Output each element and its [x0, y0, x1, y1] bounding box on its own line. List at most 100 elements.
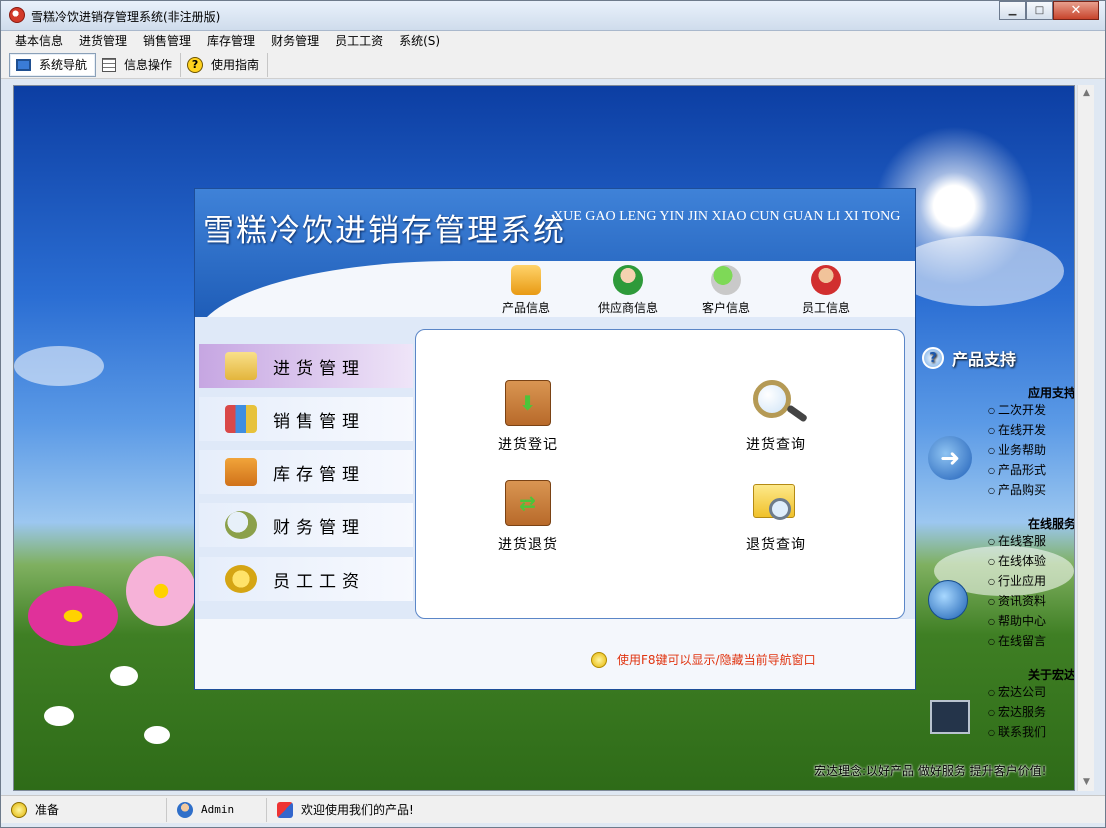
quick-customer-info[interactable]: 客户信息 — [681, 265, 771, 316]
support-section-title: 在线服务 — [1027, 517, 1075, 531]
side-purchase[interactable]: 进货管理 — [199, 344, 413, 388]
quick-label: 员工信息 — [801, 301, 850, 315]
status-bulb-icon — [11, 801, 27, 818]
support-link[interactable]: 宏达公司 — [922, 683, 1074, 703]
support-title: ? 产品支持 — [922, 346, 1074, 370]
menu-basic-info[interactable]: 基本信息 — [7, 31, 71, 51]
action-purchase-register[interactable]: ⬇ 进货登记 — [468, 380, 588, 454]
quick-label: 客户信息 — [701, 301, 750, 315]
vertical-scrollbar[interactable]: ▲ ▼ — [1077, 85, 1094, 791]
side-inventory[interactable]: 库存管理 — [199, 450, 413, 494]
window-controls: ▁ □ ✕ — [999, 1, 1099, 20]
action-purchase-query[interactable]: 进货查询 — [716, 380, 836, 454]
menu-inventory[interactable]: 库存管理 — [199, 31, 263, 51]
quick-staff-info[interactable]: 员工信息 — [781, 265, 871, 316]
support-link[interactable]: 在线留言 — [922, 632, 1074, 652]
toolbar-label: 系统导航 — [39, 58, 88, 72]
coins-icon — [225, 565, 257, 593]
notebook-icon — [225, 458, 257, 486]
maximize-button[interactable]: □ — [1026, 1, 1053, 20]
action-purchase-return[interactable]: ⇄ 进货退货 — [468, 480, 588, 554]
books-icon — [225, 405, 257, 433]
question-icon: ? — [922, 347, 944, 369]
product-support-panel: ? 产品支持 应用支持 二次开发 在线开发 业务帮助 产品形式 产品购买 在线服… — [922, 346, 1075, 743]
support-link[interactable]: 产品购买 — [922, 481, 1074, 501]
app-icon — [9, 7, 25, 23]
side-label: 员工工资 — [273, 571, 365, 592]
side-salary[interactable]: 员工工资 — [199, 557, 413, 601]
menu-purchase[interactable]: 进货管理 — [71, 31, 135, 51]
navigation-panel: 雪糕冷饮进销存管理系统 XUE GAO LENG YIN JIN XIAO CU… — [194, 188, 916, 690]
monitor-icon — [16, 58, 31, 71]
help-icon: ? — [187, 56, 204, 73]
action-label: 进货退货 — [498, 537, 558, 553]
box-down-icon: ⬇ — [505, 380, 551, 426]
nav-subtitle: XUE GAO LENG YIN JIN XIAO CUN GUAN LI XI… — [553, 209, 901, 224]
status-user: Admin — [167, 797, 267, 822]
action-label: 进货登记 — [498, 437, 558, 453]
toolbar-label: 信息操作 — [124, 58, 173, 72]
close-button[interactable]: ✕ — [1053, 1, 1099, 20]
folder-search-icon — [753, 480, 799, 526]
support-link[interactable]: 资讯资料 — [922, 592, 1074, 612]
flower — [144, 726, 170, 744]
support-link[interactable]: 联系我们 — [922, 723, 1074, 743]
support-link[interactable]: 在线开发 — [922, 421, 1074, 441]
menu-salary[interactable]: 员工工资 — [327, 31, 391, 51]
tip-text: 使用F8键可以显示/隐藏当前导航窗口 — [617, 653, 816, 667]
action-panel: ⬇ 进货登记 进货查询 ⇄ 进货退货 退货查询 — [415, 329, 905, 619]
side-label: 进货管理 — [273, 358, 365, 379]
user-icon — [177, 801, 193, 818]
minimize-button[interactable]: ▁ — [999, 1, 1026, 20]
app-window: 雪糕冷饮进销存管理系统(非注册版) ▁ □ ✕ 基本信息 进货管理 销售管理 库… — [0, 0, 1106, 828]
support-link[interactable]: 业务帮助 — [922, 441, 1074, 461]
flower — [44, 706, 74, 726]
toolbar-info-ops[interactable]: 信息操作 — [96, 52, 182, 77]
menu-bar: 基本信息 进货管理 销售管理 库存管理 财务管理 员工工资 系统(S) — [1, 31, 1105, 51]
magnifier-money-icon — [225, 511, 257, 539]
action-return-query[interactable]: 退货查询 — [716, 480, 836, 554]
status-ready-text: 准备 — [35, 803, 60, 817]
scroll-down-icon[interactable]: ▼ — [1078, 774, 1095, 791]
status-welcome: 欢迎使用我们的产品! — [267, 798, 567, 822]
support-link[interactable]: 帮助中心 — [922, 612, 1074, 632]
quick-supplier-info[interactable]: 供应商信息 — [583, 265, 673, 316]
toolbar-guide[interactable]: ? 使用指南 — [181, 52, 269, 77]
side-sales[interactable]: 销售管理 — [199, 397, 413, 441]
toolbar: 系统导航 信息操作 ? 使用指南 — [1, 51, 1105, 79]
gift-icon — [277, 801, 293, 818]
scroll-up-icon[interactable]: ▲ — [1078, 85, 1095, 102]
lightbulb-icon — [591, 651, 607, 668]
flower — [28, 586, 118, 646]
action-label: 退货查询 — [746, 537, 806, 553]
cloud — [894, 236, 1064, 306]
person-icon — [613, 265, 643, 295]
status-ready: 准备 — [1, 797, 167, 822]
quick-product-info[interactable]: 产品信息 — [481, 265, 571, 316]
menu-sales[interactable]: 销售管理 — [135, 31, 199, 51]
f8-tip: 使用F8键可以显示/隐藏当前导航窗口 — [591, 651, 816, 668]
staff-icon — [811, 265, 841, 295]
side-finance[interactable]: 财务管理 — [199, 503, 413, 547]
support-link[interactable]: 在线体验 — [922, 552, 1074, 572]
flower — [126, 556, 196, 626]
support-link[interactable]: 在线客服 — [922, 532, 1074, 552]
support-link[interactable]: 行业应用 — [922, 572, 1074, 592]
support-link[interactable]: 宏达服务 — [922, 703, 1074, 723]
side-label: 销售管理 — [273, 411, 365, 432]
folder-down-icon — [225, 352, 257, 380]
main-background: 雪糕冷饮进销存管理系统 XUE GAO LENG YIN JIN XIAO CU… — [13, 85, 1075, 791]
toolbar-label: 使用指南 — [211, 58, 260, 72]
toolbar-system-nav[interactable]: 系统导航 — [9, 52, 97, 77]
menu-system[interactable]: 系统(S) — [391, 31, 448, 51]
action-label: 进货查询 — [746, 437, 806, 453]
support-section-title: 关于宏达 — [1027, 668, 1075, 682]
company-slogan: 宏达理念:以好产品 做好服务 提升客户价值! — [814, 764, 1047, 778]
support-link[interactable]: 二次开发 — [922, 401, 1074, 421]
pencil-folder-icon — [511, 265, 541, 295]
side-label: 库存管理 — [273, 464, 365, 485]
status-welcome-text: 欢迎使用我们的产品! — [301, 803, 414, 817]
cloud — [14, 346, 104, 386]
menu-finance[interactable]: 财务管理 — [263, 31, 327, 51]
support-link[interactable]: 产品形式 — [922, 461, 1074, 481]
